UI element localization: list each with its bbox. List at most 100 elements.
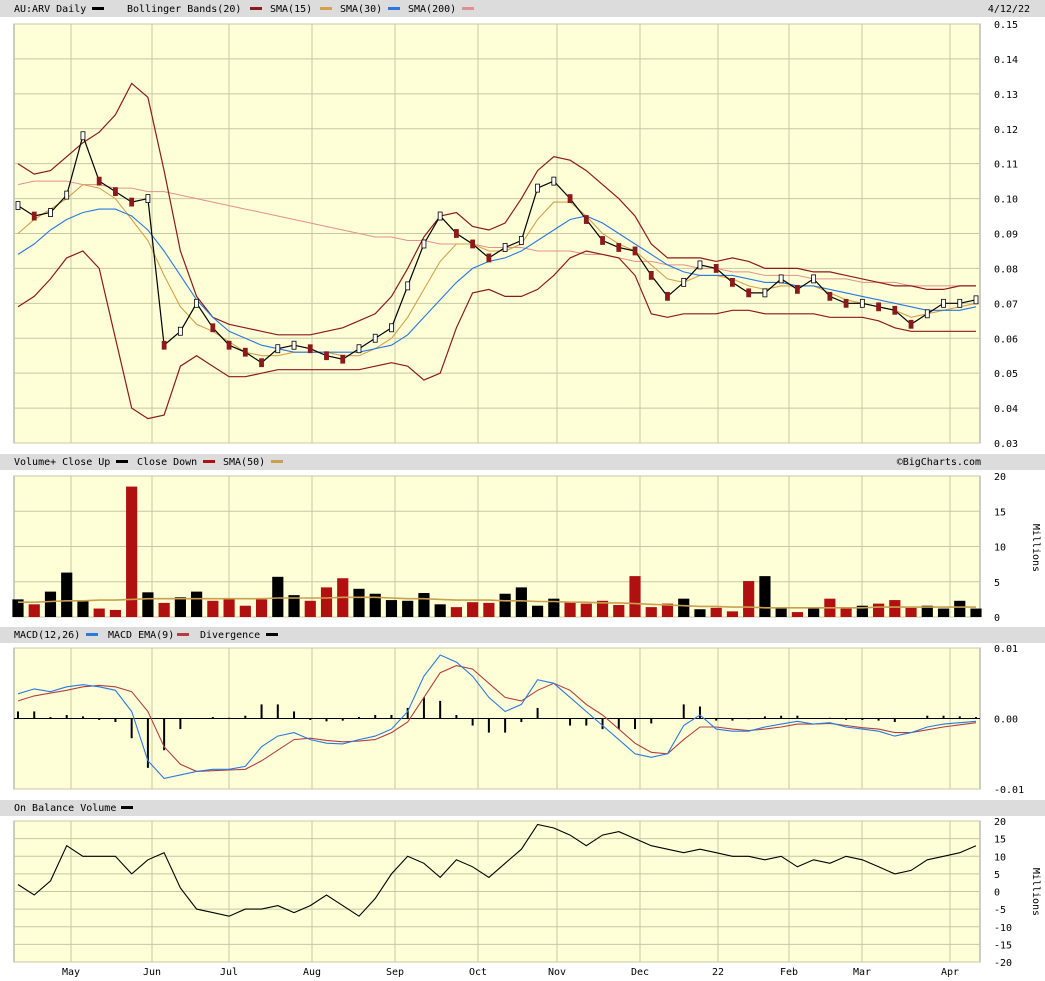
volume-bar	[905, 607, 917, 617]
month-label: Aug	[303, 967, 321, 978]
price-tick-label: 0.12	[994, 125, 1018, 136]
price-candle	[324, 351, 329, 361]
obv-tick-label: -15	[994, 940, 1012, 951]
volume-bar	[532, 605, 544, 617]
legend-obv: On Balance Volume	[14, 803, 116, 814]
volume-bar	[207, 600, 219, 617]
volume-bar	[61, 572, 73, 617]
volume-bar	[970, 608, 982, 617]
price-tick-label: 0.05	[994, 369, 1018, 380]
legend-divergence: Divergence	[200, 630, 260, 641]
volume-bar	[142, 592, 154, 617]
volume-bar	[174, 597, 186, 617]
price-candle	[307, 344, 313, 354]
price-candle	[80, 131, 86, 141]
price-candle	[941, 298, 946, 308]
volume-tick-label: 0	[994, 613, 1000, 624]
price-candle	[259, 358, 264, 368]
volume-tick-label: 20	[994, 472, 1006, 483]
price-tick-label: 0.13	[994, 90, 1018, 101]
legend-bollinger-swatch	[250, 7, 262, 10]
watermark: ©BigCharts.com	[897, 457, 981, 468]
volume-bar	[791, 612, 803, 617]
price-candle	[762, 288, 768, 298]
macd-axis: 0.01 0.00 -0.01	[994, 644, 1024, 796]
volume-bar	[385, 600, 398, 617]
price-candle	[356, 344, 362, 354]
volume-bar	[759, 576, 771, 617]
price-candle	[713, 264, 719, 273]
price-candle	[177, 326, 183, 336]
legend-bollinger: Bollinger Bands(20)	[127, 4, 241, 15]
volume-bar	[499, 593, 511, 617]
volume-bar	[580, 603, 592, 617]
obv-tick-label: 15	[994, 835, 1006, 846]
legend-macd: MACD(12,26)	[14, 630, 80, 641]
month-label: May	[62, 967, 80, 978]
price-tick-label: 0.15	[994, 20, 1018, 31]
price-candle	[405, 281, 411, 291]
price-candle	[31, 211, 37, 221]
volume-tick-label: 15	[994, 507, 1006, 518]
price-candle	[226, 340, 232, 350]
price-candle	[421, 239, 427, 249]
price-candle	[794, 284, 800, 294]
price-candle	[242, 347, 248, 357]
legend-macd-ema-swatch	[177, 633, 189, 636]
price-tick-label: 0.11	[994, 160, 1018, 171]
legend-sma30-swatch	[388, 7, 400, 10]
price-candle	[648, 270, 654, 280]
price-candle	[145, 194, 151, 203]
price-candle	[973, 295, 979, 305]
price-candle	[827, 291, 833, 301]
month-label: 22	[712, 967, 724, 978]
volume-bar	[483, 602, 495, 617]
volume-bar	[126, 486, 138, 617]
legend-volume-down-swatch	[203, 460, 215, 463]
price-tick-label: 0.03	[994, 439, 1018, 450]
volume-bar	[434, 604, 446, 617]
price-candle	[746, 288, 752, 298]
month-label: Jul	[220, 967, 238, 978]
price-tick-label: 0.07	[994, 299, 1018, 310]
price-candle	[665, 291, 670, 301]
volume-bar	[402, 600, 414, 617]
obv-tick-label: 10	[994, 852, 1006, 863]
month-label: Jun	[143, 967, 161, 978]
price-candle	[730, 277, 735, 287]
price-candle	[389, 323, 394, 333]
price-candle	[908, 319, 914, 329]
volume-bar	[726, 611, 739, 617]
price-candle	[502, 243, 508, 252]
legend-sma200-swatch	[462, 7, 474, 10]
price-tick-label: 0.09	[994, 230, 1018, 241]
legend-volume-down: Close Down	[137, 457, 197, 468]
volume-bar	[320, 587, 333, 617]
legend-divergence-swatch	[266, 633, 278, 636]
price-candle	[210, 323, 216, 333]
volume-bar	[255, 599, 268, 617]
price-candle	[697, 260, 703, 270]
price-axis: 0.15 0.14 0.13 0.12 0.11 0.10 0.09 0.08 0.07 0.06…	[994, 20, 1018, 450]
volume-bar	[889, 600, 901, 617]
volume-bar	[353, 588, 365, 617]
price-candle	[518, 236, 524, 245]
volume-bar	[28, 604, 40, 617]
price-candle	[486, 253, 492, 263]
volume-bar	[191, 591, 203, 617]
volume-bar	[743, 581, 755, 617]
price-candle	[876, 302, 881, 312]
macd-tick-label: 0.00	[994, 715, 1018, 726]
month-label: Apr	[941, 967, 959, 978]
price-candle	[48, 208, 53, 217]
volume-bar	[694, 609, 706, 617]
obv-tick-label: -10	[994, 923, 1012, 934]
volume-bar	[937, 608, 950, 617]
month-label: Nov	[548, 967, 566, 978]
volume-bar	[515, 587, 527, 617]
obv-axis: 20 15 10 5 0 -5 -10 -15 -20	[994, 817, 1012, 969]
volume-bar	[613, 605, 625, 617]
price-candle	[778, 274, 784, 284]
legend-macd-swatch	[86, 633, 98, 636]
volume-bar	[450, 607, 462, 617]
